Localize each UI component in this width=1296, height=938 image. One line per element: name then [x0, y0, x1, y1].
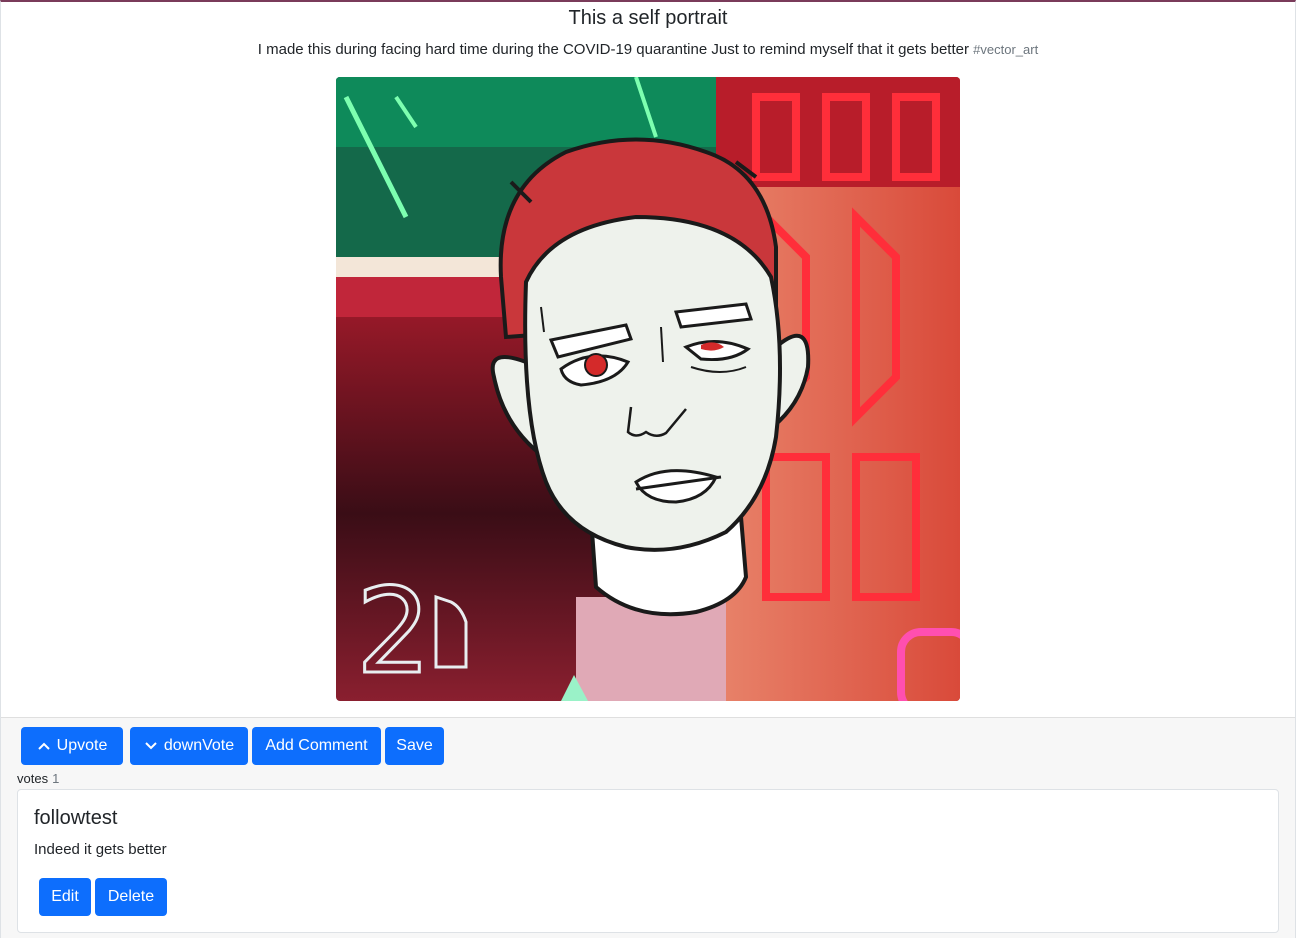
delete-label: Delete	[107, 888, 155, 905]
add-comment-label: Add Comment	[265, 737, 368, 754]
votes-label: votes	[17, 771, 49, 786]
votes-count: 1	[52, 771, 60, 786]
delete-comment-button[interactable]: Delete	[95, 878, 167, 916]
edit-comment-button[interactable]: Edit	[39, 878, 91, 916]
artist-signature: 2	[356, 562, 431, 700]
post-card: This a self portrait I made this during …	[0, 0, 1296, 938]
votes-display: votes 1	[17, 771, 59, 786]
upvote-label: Upvote	[56, 737, 108, 754]
save-button[interactable]: Save	[385, 727, 444, 765]
post-footer: Upvote downVote Add Comment Save votes 1 …	[1, 717, 1295, 938]
post-title: This a self portrait	[568, 7, 728, 29]
add-comment-button[interactable]: Add Comment	[252, 727, 381, 765]
comment-card: followtest Indeed it gets better Edit De…	[17, 789, 1279, 933]
save-label: Save	[396, 737, 433, 754]
post-tag[interactable]: #vector_art	[973, 42, 1038, 57]
comment-text: Indeed it gets better	[34, 841, 167, 858]
post-description-text: I made this during facing hard time duri…	[257, 41, 969, 58]
post-body: This a self portrait I made this during …	[1, 2, 1295, 717]
upvote-button[interactable]: Upvote	[21, 727, 123, 765]
comment-author: followtest	[34, 807, 118, 829]
post-image: 2	[336, 77, 960, 701]
downvote-button[interactable]: downVote	[130, 727, 248, 765]
edit-label: Edit	[51, 888, 79, 905]
downvote-label: downVote	[163, 737, 235, 754]
chevron-up-icon	[37, 739, 51, 753]
post-description: I made this during facing hard time duri…	[1, 41, 1295, 58]
chevron-down-icon	[144, 739, 158, 753]
